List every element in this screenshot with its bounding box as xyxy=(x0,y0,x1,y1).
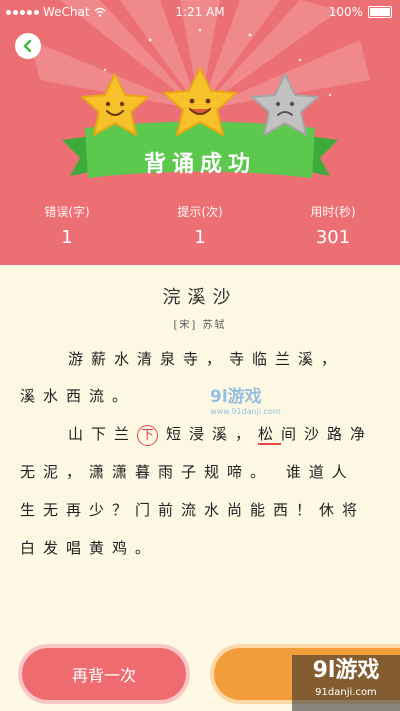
poem-title: 浣溪沙 xyxy=(162,287,238,308)
poem-line: 白发唱黄鸡。 xyxy=(20,539,159,557)
poem-author: [宋] 苏轼 xyxy=(173,320,227,331)
stat-value: 301 xyxy=(315,227,351,248)
error-marked-char: 下 xyxy=(137,425,159,446)
watermark-url: 91danji.com xyxy=(315,687,377,698)
poem-text: 间沙路净 xyxy=(281,425,374,443)
stat-label: 错误(字) xyxy=(44,205,90,219)
stat-label: 提示(次) xyxy=(177,205,223,219)
poem-line: 溪水西流。 xyxy=(20,387,136,405)
stat-time: 用时(秒) 301 xyxy=(293,203,373,248)
success-banner-text: 背诵成功 xyxy=(143,152,256,177)
stat-value: 1 xyxy=(194,227,206,248)
poem-text: 山下兰 xyxy=(68,425,138,443)
stat-errors: 错误(字) 1 xyxy=(27,203,107,248)
stat-value: 1 xyxy=(61,227,73,248)
watermark-logo: 9l游戏 www.91danji.com xyxy=(210,382,281,416)
poem-line: 无泥，潇潇暮雨子规啼。 谁道人 xyxy=(20,463,355,481)
watermark-corner: 9l游戏 91danji.com xyxy=(292,655,400,711)
poem-line: 游薪水清泉寺，寺临兰溪， xyxy=(68,350,345,368)
watermark-url: www.91danji.com xyxy=(210,407,281,416)
watermark-logo-text: 9l游戏 xyxy=(312,658,380,683)
retry-button[interactable]: 再背一次 xyxy=(22,648,186,700)
stat-label: 用时(秒) xyxy=(310,205,356,219)
stats-row: 错误(字) 1 提示(次) 1 用时(秒) 301 xyxy=(0,203,400,253)
stat-hints: 提示(次) 1 xyxy=(160,203,240,248)
poem-line: 生无再少？门前流水尚能西！休将 xyxy=(20,501,366,519)
result-header: WeChat 1:21 AM 100% 背诵成功 错误(字) 1 提示(次) 1… xyxy=(0,0,400,265)
poem-text: 短浸溪， xyxy=(166,425,259,443)
poem-line: 山下兰下短浸溪，松间沙路净 xyxy=(68,424,400,446)
watermark-logo-text: 9l游戏 xyxy=(210,387,262,407)
hinted-char: 松 xyxy=(258,425,282,445)
